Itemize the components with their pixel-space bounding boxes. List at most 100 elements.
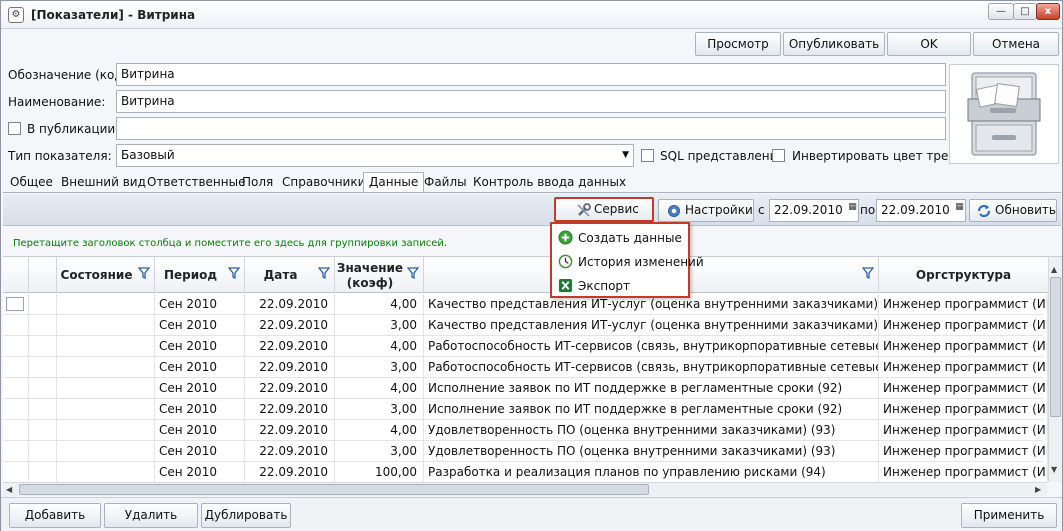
row-indicator[interactable] [3, 462, 29, 482]
code-field[interactable]: Витрина [116, 63, 946, 86]
sql-view-checkbox[interactable] [641, 149, 654, 162]
tab-appearance[interactable]: Внешний вид [61, 173, 146, 193]
cell-indicator-name[interactable]: Удовлетворенность ПО (оценка внутренними… [424, 420, 879, 441]
cell-value[interactable]: 3,00 [335, 357, 424, 378]
cell-indicator-name[interactable]: Разработка и реализация планов по управл… [424, 462, 879, 482]
cell-date[interactable]: 22.09.2010 [245, 420, 335, 441]
cell-period[interactable]: Сен 2010 [155, 315, 245, 336]
scroll-left-icon[interactable]: ◀ [6, 485, 12, 494]
table-row[interactable]: Сен 2010 22.09.2010 4,00 Удовлетворенность … [3, 420, 1048, 441]
horizontal-scroll-thumb[interactable] [19, 484, 649, 495]
cell-value[interactable]: 4,00 [335, 336, 424, 357]
cell-org[interactable]: Инженер программист (ИП) [879, 315, 1048, 336]
invert-trend-checkbox[interactable] [772, 149, 785, 162]
row-selector-box[interactable] [6, 297, 24, 311]
cell-date[interactable]: 22.09.2010 [245, 294, 335, 315]
column-header-period[interactable]: Период [155, 257, 245, 293]
cell-period[interactable]: Сен 2010 [155, 294, 245, 315]
tab-data[interactable]: Данные [363, 172, 425, 192]
cell-date[interactable]: 22.09.2010 [245, 441, 335, 462]
cell-date[interactable]: 22.09.2010 [245, 357, 335, 378]
cell-period[interactable]: Сен 2010 [155, 420, 245, 441]
calendar-icon[interactable]: ▦ [847, 202, 858, 213]
cell-value[interactable]: 4,00 [335, 420, 424, 441]
settings-button[interactable]: Настройки [658, 199, 754, 222]
cell-state[interactable] [57, 378, 155, 399]
row-indicator[interactable] [3, 315, 29, 336]
row-select-cell[interactable] [29, 420, 57, 441]
table-row[interactable]: Сен 2010 22.09.2010 4,00 Качество представл… [3, 294, 1048, 315]
publication-checkbox[interactable] [8, 122, 21, 135]
name-field[interactable]: Витрина [116, 90, 946, 113]
menu-item-create-data[interactable]: Создать данные [554, 226, 688, 250]
delete-button[interactable]: Удалить [104, 503, 198, 528]
filter-icon[interactable] [318, 267, 330, 279]
cell-indicator-name[interactable]: Исполнение заявок по ИТ поддержке в регл… [424, 399, 879, 420]
cell-period[interactable]: Сен 2010 [155, 378, 245, 399]
type-select[interactable]: Базовый ▼ [116, 144, 634, 167]
row-select-cell[interactable] [29, 336, 57, 357]
row-indicator[interactable] [3, 378, 29, 399]
date-to-field[interactable]: 22.09.2010 [876, 199, 966, 222]
cell-indicator-name[interactable]: Качество представления ИТ-услуг (оценка … [424, 315, 879, 336]
cell-state[interactable] [57, 315, 155, 336]
publication-field[interactable] [116, 117, 946, 140]
filter-icon[interactable] [862, 267, 874, 279]
row-select-cell[interactable] [29, 378, 57, 399]
cell-period[interactable]: Сен 2010 [155, 357, 245, 378]
row-indicator[interactable] [3, 294, 29, 315]
vertical-scroll-thumb[interactable] [1050, 277, 1061, 417]
cell-period[interactable]: Сен 2010 [155, 441, 245, 462]
tab-files[interactable]: Файлы [424, 173, 467, 193]
service-button[interactable]: Сервис [554, 197, 654, 222]
cell-date[interactable]: 22.09.2010 [245, 315, 335, 336]
cell-indicator-name[interactable]: Удовлетворенность ПО (оценка внутренними… [424, 441, 879, 462]
cell-value[interactable]: 4,00 [335, 378, 424, 399]
date-from-field[interactable]: 22.09.2010 [769, 199, 859, 222]
table-row[interactable]: Сен 2010 22.09.2010 4,00 Исполнение заявок … [3, 378, 1048, 399]
cell-state[interactable] [57, 357, 155, 378]
row-indicator[interactable] [3, 357, 29, 378]
row-select-cell[interactable] [29, 399, 57, 420]
row-select-cell[interactable] [29, 441, 57, 462]
tab-responsible[interactable]: Ответственные [147, 173, 245, 193]
cell-value[interactable]: 3,00 [335, 399, 424, 420]
scroll-right-icon[interactable]: ▶ [1035, 485, 1041, 494]
filter-icon[interactable] [138, 267, 150, 279]
cell-date[interactable]: 22.09.2010 [245, 399, 335, 420]
scroll-up-icon[interactable]: ▲ [1051, 265, 1057, 274]
column-header-value[interactable]: Значение (коэф) [335, 257, 424, 293]
horizontal-scrollbar[interactable]: ◀ ▶ [3, 482, 1047, 496]
scroll-down-icon[interactable]: ▼ [1051, 465, 1057, 474]
column-header-org[interactable]: Оргструктура [879, 257, 1048, 293]
filter-icon[interactable] [228, 267, 240, 279]
column-header-state[interactable]: Состояние [57, 257, 155, 293]
cancel-button[interactable]: Отмена [973, 32, 1059, 56]
add-button[interactable]: Добавить [9, 503, 101, 528]
cell-value[interactable]: 4,00 [335, 294, 424, 315]
cell-state[interactable] [57, 462, 155, 482]
table-row[interactable]: Сен 2010 22.09.2010 3,00 Удовлетворенность … [3, 441, 1048, 462]
tab-dictionaries[interactable]: Справочники [282, 173, 365, 193]
cell-org[interactable]: Инженер программист (ИП) [879, 441, 1048, 462]
cell-value[interactable]: 3,00 [335, 441, 424, 462]
cell-value[interactable]: 3,00 [335, 315, 424, 336]
publish-button[interactable]: Опубликовать ▼ [783, 32, 885, 72]
cell-date[interactable]: 22.09.2010 [245, 336, 335, 357]
row-indicator[interactable] [3, 399, 29, 420]
apply-button[interactable]: Применить [961, 503, 1057, 528]
cell-org[interactable]: Инженер программист (ИП) [879, 399, 1048, 420]
cell-value[interactable]: 100,00 [335, 462, 424, 482]
cell-org[interactable]: Инженер программист (ИП) [879, 420, 1048, 441]
cell-indicator-name[interactable]: Работоспособность ИТ-сервисов (связь, вн… [424, 357, 879, 378]
row-select-cell[interactable] [29, 462, 57, 482]
cell-state[interactable] [57, 399, 155, 420]
cell-indicator-name[interactable]: Исполнение заявок по ИТ поддержке в регл… [424, 378, 879, 399]
cell-date[interactable]: 22.09.2010 [245, 462, 335, 482]
table-row[interactable]: Сен 2010 22.09.2010 3,00 Исполнение заявок … [3, 399, 1048, 420]
table-row[interactable]: Сен 2010 22.09.2010 3,00 Качество представл… [3, 315, 1048, 336]
cell-state[interactable] [57, 336, 155, 357]
cell-org[interactable]: Инженер программист (ИП) [879, 357, 1048, 378]
cell-date[interactable]: 22.09.2010 [245, 378, 335, 399]
close-button[interactable]: x [1036, 3, 1060, 20]
